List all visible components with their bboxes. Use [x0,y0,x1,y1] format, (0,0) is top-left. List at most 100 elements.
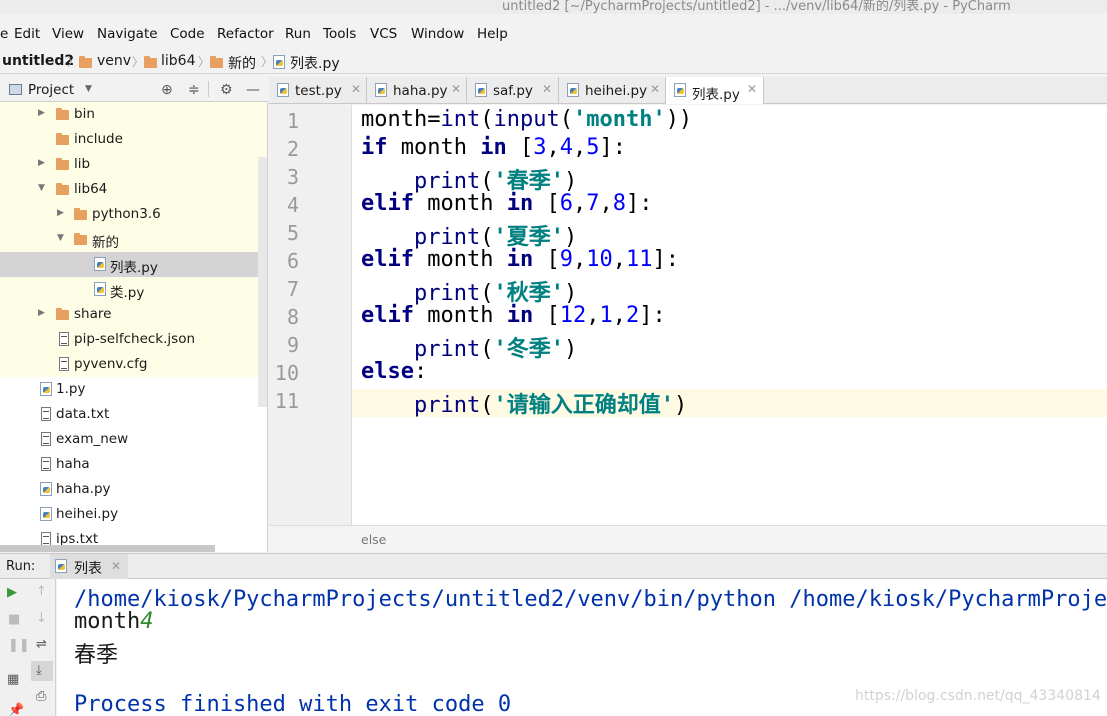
close-icon[interactable]: ✕ [542,82,552,96]
project-panel-title[interactable]: Project [28,82,74,98]
tab-list-py[interactable]: 列表.py ✕ [666,77,764,104]
menu-navigate[interactable]: Navigate [97,26,158,42]
scroll-to-end-icon[interactable]: ⤓ [36,663,42,678]
code-line[interactable]: month=int(input('month')) [361,107,692,132]
tree-vertical-scrollbar[interactable] [258,157,267,407]
file-icon [59,357,69,371]
menu-code[interactable]: Code [170,26,205,42]
code-token: , [546,135,560,160]
code-token: )) [665,107,693,132]
minimize-icon[interactable]: — [246,82,260,98]
layout-icon[interactable]: ▦ [7,672,19,687]
menu-help[interactable]: Help [477,26,508,42]
breadcrumb-folder[interactable]: 新的 [228,53,256,73]
tree-item-class-py[interactable]: 类.py [0,277,258,302]
breadcrumb-project[interactable]: untitled2 [2,53,74,69]
menu-view[interactable]: View [52,26,84,42]
chevron-right-icon[interactable]: ▶ [38,308,45,318]
tree-item-haha[interactable]: haha [0,452,258,477]
menu-edit[interactable]: Edit [14,26,40,42]
line-number: 5 [286,221,299,245]
tree-item-1-py[interactable]: 1.py [0,377,258,402]
code-token: '冬季' [493,337,564,362]
menu-tools[interactable]: Tools [323,26,356,42]
code-token: 9 [559,247,573,272]
tree-item-lib64[interactable]: ▼ lib64 [0,177,258,202]
chevron-right-icon[interactable]: ▶ [57,208,64,218]
tree-item-data-txt[interactable]: data.txt [0,402,258,427]
python-file-icon [40,482,52,496]
folder-icon [79,56,92,68]
menu-refactor[interactable]: Refactor [217,26,274,42]
code-token: ( [480,337,494,362]
code-line[interactable]: elif month in [12,1,2]: [361,303,666,328]
pause-icon[interactable]: ❚❚ [8,638,30,653]
play-icon[interactable]: ▶ [7,585,17,600]
arrow-up-icon[interactable]: ↑ [36,584,47,599]
tree-item-pip-selfcheck[interactable]: pip-selfcheck.json [0,327,258,352]
chevron-down-icon[interactable]: ▼ [57,233,64,243]
arrow-down-icon[interactable]: ↓ [36,611,47,626]
pin-icon[interactable]: 📌 [8,703,24,716]
breadcrumb-file[interactable]: 列表.py [290,53,340,73]
chevron-right-icon[interactable]: ▶ [38,158,45,168]
tree-horizontal-scrollbar[interactable] [0,545,215,552]
tree-item-pyvenv[interactable]: pyvenv.cfg [0,352,258,377]
tree-item-new-folder[interactable]: ▼ 新的 [0,227,258,252]
crosshair-icon[interactable]: ⊕ [161,82,173,98]
gear-icon[interactable]: ⚙ [220,82,233,98]
close-icon[interactable]: ✕ [351,82,361,96]
chevron-down-icon[interactable]: ▼ [38,183,45,193]
code-line[interactable]: elif month in [6,7,8]: [361,191,652,216]
run-tab[interactable]: 列表 ✕ [50,554,128,579]
breadcrumb-separator: 〉 [198,55,211,69]
tree-item-lib[interactable]: ▶ lib [0,152,258,177]
collapse-icon[interactable]: ≑ [188,82,200,98]
close-icon[interactable]: ✕ [650,82,660,96]
tree-item-python36[interactable]: ▶ python3.6 [0,202,258,227]
breadcrumb-venv[interactable]: venv [97,53,131,69]
tree-item-label: 类.py [110,285,145,301]
tree-item-include[interactable]: include [0,127,258,152]
close-icon[interactable]: ✕ [451,82,461,96]
line-number: 11 [274,389,299,413]
editor-breadcrumb[interactable]: else [361,532,386,547]
file-icon [41,407,51,421]
menu-vcs[interactable]: VCS [370,26,397,42]
tab-heihei-py[interactable]: heihei.py ✕ [559,77,666,103]
tab-test-py[interactable]: test.py ✕ [269,77,367,103]
tree-item-heihei-py[interactable]: heihei.py [0,502,258,527]
tree-item-share[interactable]: ▶ share [0,302,258,327]
tab-saf-py[interactable]: saf.py ✕ [467,77,559,103]
code-line[interactable]: if month in [3,4,5]: [361,135,626,160]
run-tool-header: Run: 列表 ✕ [0,553,1107,579]
menu-window[interactable]: Window [411,26,464,42]
code-token: [ [533,247,560,272]
stop-icon[interactable]: ■ [8,612,20,627]
navigation-bar: untitled2 〉 venv 〉 lib64 〉 新的 〉 列表.py [0,50,1107,74]
python-file-icon [94,257,106,271]
chevron-right-icon[interactable]: ▶ [38,108,45,118]
tab-label: saf.py [493,83,533,99]
chevron-down-icon[interactable]: ▼ [85,84,92,94]
code-token: : [413,359,428,384]
print-icon[interactable]: ⎙ [36,689,46,704]
code-token: ]: [625,191,653,216]
code-line[interactable]: elif month in [9,10,11]: [361,247,679,272]
close-icon[interactable]: ✕ [111,559,121,573]
code-line[interactable]: else: [361,359,427,384]
tree-item-bin[interactable]: ▶ bin [0,102,258,127]
tab-haha-py[interactable]: haha.py ✕ [367,77,467,103]
soft-wrap-icon[interactable]: ⇌ [36,637,47,652]
menu-run[interactable]: Run [285,26,311,42]
breadcrumb-lib64[interactable]: lib64 [161,53,195,69]
tree-item-exam-new[interactable]: exam_new [0,427,258,452]
run-label: Run: [6,559,36,574]
tree-item-list-py[interactable]: 列表.py [0,252,258,277]
menu-file[interactable]: e [0,26,8,42]
tree-item-haha-py[interactable]: haha.py [0,477,258,502]
code-editor[interactable]: 1 2 3 4 5 6 7 8 9 10 11 month=int(input('month')) i… [269,105,1107,525]
code-line[interactable]: print('请输入正确却值') [361,387,687,419]
close-icon[interactable]: ✕ [747,82,757,96]
code-token: ( [480,393,494,418]
